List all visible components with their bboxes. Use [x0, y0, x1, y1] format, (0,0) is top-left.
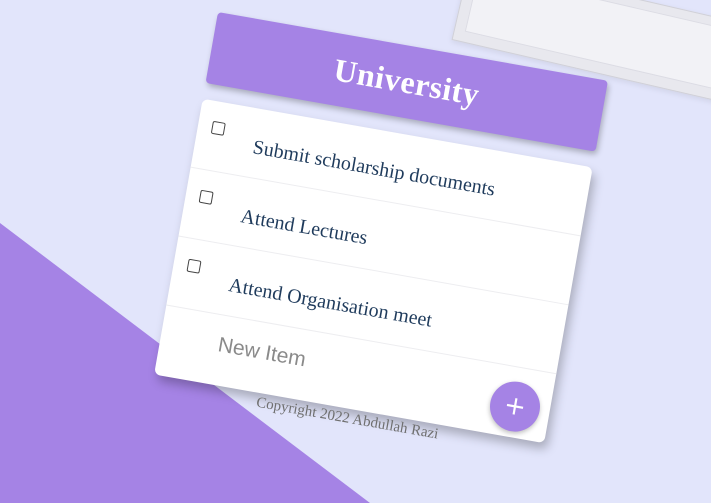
- add-item-button[interactable]: +: [486, 377, 544, 436]
- item-checkbox[interactable]: [210, 120, 226, 136]
- item-checkbox[interactable]: [198, 189, 214, 205]
- item-checkbox[interactable]: [186, 258, 202, 274]
- page-title: University: [331, 50, 483, 112]
- item-label: Attend Lectures: [239, 205, 370, 250]
